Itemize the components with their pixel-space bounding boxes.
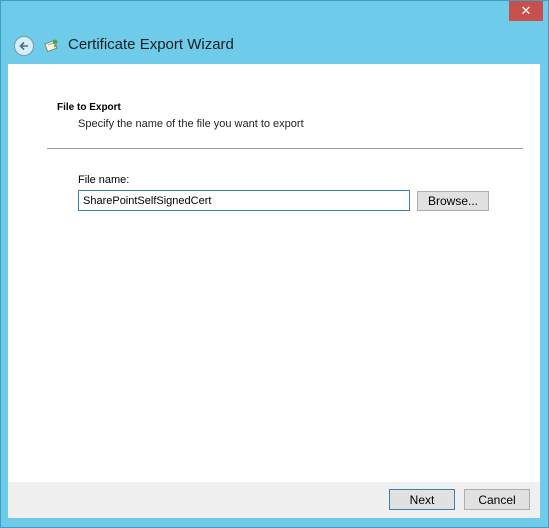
file-name-input[interactable] — [78, 190, 410, 211]
certificate-icon — [44, 39, 58, 52]
next-button[interactable]: Next — [389, 489, 455, 510]
file-name-label: File name: — [78, 174, 130, 186]
wizard-window: ✕ Certificate Export Wizard File to Expo… — [0, 0, 549, 528]
step-description: Specify the name of the file you want to… — [78, 118, 304, 130]
wizard-header: Certificate Export Wizard — [1, 23, 548, 63]
wizard-content: File to Export Specify the name of the f… — [8, 64, 540, 482]
close-button[interactable]: ✕ — [509, 1, 543, 21]
wizard-footer: Next Cancel — [8, 482, 540, 518]
header-divider — [47, 148, 523, 149]
step-heading: File to Export — [57, 102, 121, 113]
back-button[interactable] — [14, 36, 34, 56]
close-icon: ✕ — [520, 3, 532, 18]
back-arrow-icon — [19, 41, 28, 51]
cancel-button[interactable]: Cancel — [464, 489, 530, 510]
wizard-title: Certificate Export Wizard — [68, 36, 234, 53]
browse-button[interactable]: Browse... — [417, 191, 489, 211]
